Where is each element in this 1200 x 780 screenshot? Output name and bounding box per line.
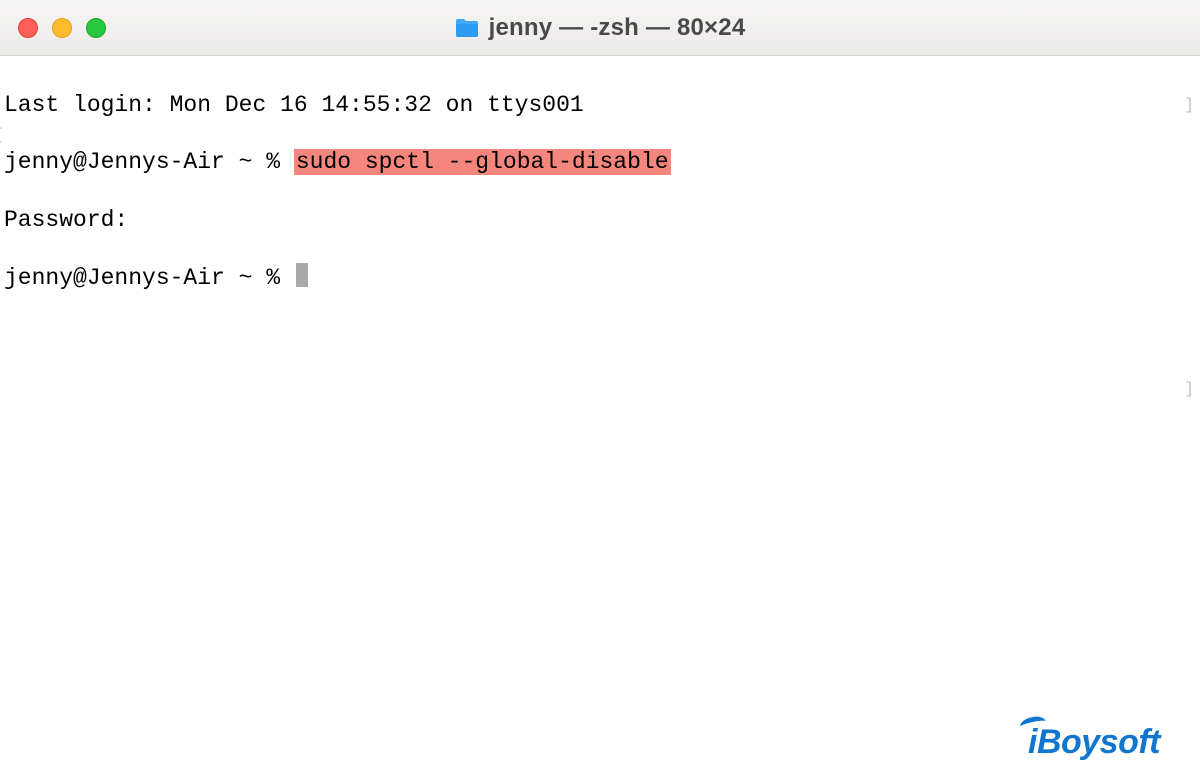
window-titlebar: jenny — -zsh — 80×24 bbox=[0, 0, 1200, 56]
decorative-bracket: ] bbox=[1184, 96, 1194, 114]
minimize-button[interactable] bbox=[52, 18, 72, 38]
watermark-text: iBoysoft bbox=[1028, 723, 1160, 761]
prompt-line-2: jenny@Jennys-Air ~ % bbox=[4, 263, 1196, 293]
last-login-line: Last login: Mon Dec 16 14:55:32 on ttys0… bbox=[4, 91, 1196, 120]
close-button[interactable] bbox=[18, 18, 38, 38]
password-line: Password: bbox=[4, 206, 1196, 235]
watermark-logo: iBoysoft bbox=[1028, 723, 1160, 762]
title-wrap: jenny — -zsh — 80×24 bbox=[0, 14, 1200, 42]
terminal-content[interactable]: Last login: Mon Dec 16 14:55:32 on ttys0… bbox=[0, 56, 1200, 322]
prompt-line-1: jenny@Jennys-Air ~ % sudo spctl --global… bbox=[4, 148, 1196, 177]
maximize-button[interactable] bbox=[86, 18, 106, 38]
entered-command: sudo spctl --global-disable bbox=[294, 149, 671, 175]
cursor-block-icon bbox=[296, 263, 308, 287]
traffic-lights bbox=[18, 18, 106, 38]
decorative-bracket: ] bbox=[1184, 380, 1194, 398]
prompt-prefix: jenny@Jennys-Air ~ % bbox=[4, 265, 294, 291]
prompt-prefix: jenny@Jennys-Air ~ % bbox=[4, 149, 294, 175]
folder-icon bbox=[455, 18, 479, 38]
window-title: jenny — -zsh — 80×24 bbox=[489, 14, 746, 42]
decorative-bracket: [ bbox=[0, 126, 4, 144]
